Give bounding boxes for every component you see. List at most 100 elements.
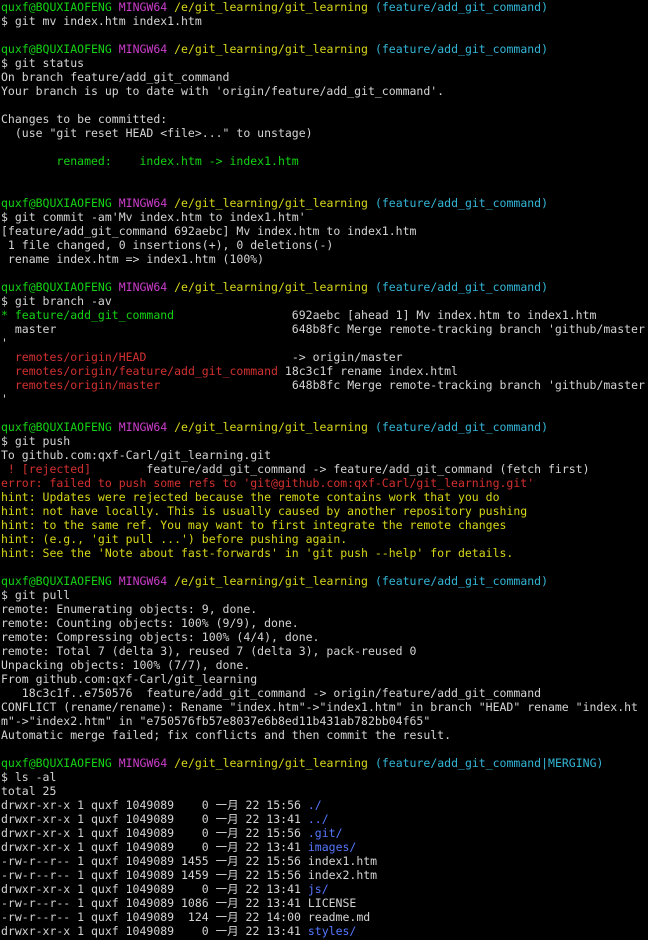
terminal-line: CONFLICT (rename/rename): Rename "index.…: [0, 700, 648, 714]
output-text: $ git commit -am'Mv index.htm to index1.…: [1, 210, 306, 224]
terminal-line: master 648b8fc Merge remote-tracking bra…: [0, 322, 648, 336]
terminal-line: remotes/origin/master 648b8fc Merge remo…: [0, 378, 648, 392]
output-text: $ git pull: [1, 588, 71, 602]
output-text: $ git push: [1, 434, 71, 448]
terminal-line: drwxr-xr-x 1 quxf 1049089 0 一月 22 13:41 …: [0, 812, 648, 826]
prompt-branch: (feature/add_git_command): [374, 196, 549, 210]
terminal-line: hint: See the 'Note about fast-forwards'…: [0, 546, 648, 560]
prompt-branch: (feature/add_git_command): [374, 420, 549, 434]
terminal-line: $ git push: [0, 434, 648, 448]
prompt-path: hint: to the same ref. You may want to f…: [1, 518, 507, 532]
prompt-branch: (feature/add_git_command): [374, 42, 549, 56]
directory-name: .git/: [307, 826, 343, 840]
terminal-line: quxf@BQUXIAOFENG MINGW64 /e/git_learning…: [0, 756, 648, 770]
terminal-line: error: failed to push some refs to 'git@…: [0, 476, 648, 490]
output-text: -rw-r--r-- 1 quxf 1049089 1455 一月 22 15:…: [1, 854, 378, 868]
terminal-line: remotes/origin/HEAD -> origin/master: [0, 350, 648, 364]
prompt-user: quxf@BQUXIAOFENG: [1, 756, 112, 770]
terminal-window[interactable]: quxf@BQUXIAOFENG MINGW64 /e/git_learning…: [0, 0, 648, 940]
prompt-path: /e/git_learning/git_learning: [174, 42, 368, 56]
terminal-line: quxf@BQUXIAOFENG MINGW64 /e/git_learning…: [0, 574, 648, 588]
prompt-path: hint: Updates were rejected because the …: [1, 490, 500, 504]
terminal-line: $ git branch -av: [0, 294, 648, 308]
prompt-shell: MINGW64: [118, 0, 168, 14]
prompt-shell: MINGW64: [118, 196, 168, 210]
terminal-line: drwxr-xr-x 1 quxf 1049089 0 一月 22 15:56 …: [0, 826, 648, 840]
directory-name: styles/: [307, 924, 357, 938]
directory-name: ../: [307, 812, 329, 826]
output-text: remote: Counting objects: 100% (9/9), do…: [1, 616, 299, 630]
terminal-line: ': [0, 336, 648, 350]
output-text: -rw-r--r-- 1 quxf 1049089 1459 一月 22 15:…: [1, 868, 378, 882]
prompt-path: hint: See the 'Note about fast-forwards'…: [1, 546, 514, 560]
terminal-line: quxf@BQUXIAOFENG MINGW64 /e/git_learning…: [0, 42, 648, 56]
prompt-path: hint: (e.g., 'git pull ...') before push…: [1, 532, 348, 546]
directory-name: images/: [307, 840, 357, 854]
terminal-line: $ ls -al: [0, 770, 648, 784]
terminal-line: remote: Compressing objects: 100% (4/4),…: [0, 630, 648, 644]
output-text: Unpacking objects: 100% (7/7), done.: [1, 658, 251, 672]
prompt-shell: MINGW64: [118, 574, 168, 588]
terminal-line: ': [0, 392, 648, 406]
output-text: On branch feature/add_git_command: [1, 70, 230, 84]
error-text: error: failed to push some refs to 'git@…: [1, 476, 535, 490]
terminal-line: drwxr-xr-x 1 quxf 1049089 0 一月 22 13:41 …: [0, 840, 648, 854]
terminal-line: -rw-r--r-- 1 quxf 1049089 1086 一月 22 13:…: [0, 896, 648, 910]
output-text: 18c3c1f..e750576 feature/add_git_command…: [1, 686, 542, 700]
output-text: feature/add_git_command -> feature/add_g…: [91, 462, 590, 476]
terminal-line: m"->"index2.htm" in "e750576fb57e8037e6b…: [0, 714, 648, 728]
prompt-user: renamed: index.htm -> index1.htm: [56, 154, 299, 168]
prompt-path: /e/git_learning/git_learning: [174, 756, 368, 770]
output-text: -> origin/master: [146, 350, 403, 364]
terminal-line: quxf@BQUXIAOFENG MINGW64 /e/git_learning…: [0, 196, 648, 210]
output-text: ': [1, 336, 8, 350]
output-text: [feature/add_git_command 692aebc] Mv ind…: [1, 224, 417, 238]
terminal-line: -rw-r--r-- 1 quxf 1049089 1455 一月 22 15:…: [0, 854, 648, 868]
terminal-line: remote: Counting objects: 100% (9/9), do…: [0, 616, 648, 630]
output-text: 692aebc [ahead 1] Mv index.htm to index1…: [174, 308, 597, 322]
output-text: CONFLICT (rename/rename): Rename "index.…: [1, 700, 638, 714]
terminal-line: rename index.htm => index1.htm (100%): [0, 252, 648, 266]
terminal-line: * feature/add_git_command 692aebc [ahead…: [0, 308, 648, 322]
terminal-line: 1 file changed, 0 insertions(+), 0 delet…: [0, 238, 648, 252]
prompt-user: quxf@BQUXIAOFENG: [1, 420, 112, 434]
terminal-line: Unpacking objects: 100% (7/7), done.: [0, 658, 648, 672]
prompt-branch: (feature/add_git_command|MERGING): [374, 756, 604, 770]
error-text: remotes/origin/feature/add_git_command: [14, 364, 278, 378]
output-text: -rw-r--r-- 1 quxf 1049089 124 一月 22 14:0…: [1, 910, 371, 924]
terminal-line: hint: (e.g., 'git pull ...') before push…: [0, 532, 648, 546]
terminal-line: $ git pull: [0, 588, 648, 602]
output-text: m"->"index2.htm" in "e750576fb57e8037e6b…: [1, 714, 431, 728]
output-text: From github.com:qxf-Carl/git_learning: [1, 672, 258, 686]
terminal-line: total 25: [0, 784, 648, 798]
terminal-line: Changes to be committed:: [0, 112, 648, 126]
prompt-user: quxf@BQUXIAOFENG: [1, 196, 112, 210]
prompt-branch: (feature/add_git_command): [374, 574, 549, 588]
terminal-line: hint: not have locally. This is usually …: [0, 504, 648, 518]
prompt-branch: (feature/add_git_command): [374, 0, 549, 14]
output-text: remote: Enumerating objects: 9, done.: [1, 602, 258, 616]
prompt-shell: MINGW64: [118, 756, 168, 770]
terminal-line: $ git status: [0, 56, 648, 70]
prompt-shell: MINGW64: [118, 420, 168, 434]
output-text: -rw-r--r-- 1 quxf 1049089 1086 一月 22 13:…: [1, 896, 357, 910]
prompt-shell: MINGW64: [118, 280, 168, 294]
output-text: drwxr-xr-x 1 quxf 1049089 0 一月 22 13:41: [1, 812, 308, 826]
prompt-path: /e/git_learning/git_learning: [174, 196, 368, 210]
output-text: drwxr-xr-x 1 quxf 1049089 0 一月 22 13:41: [1, 924, 308, 938]
directory-name: js/: [307, 882, 329, 896]
terminal-line: Automatic merge failed; fix conflicts an…: [0, 728, 648, 742]
